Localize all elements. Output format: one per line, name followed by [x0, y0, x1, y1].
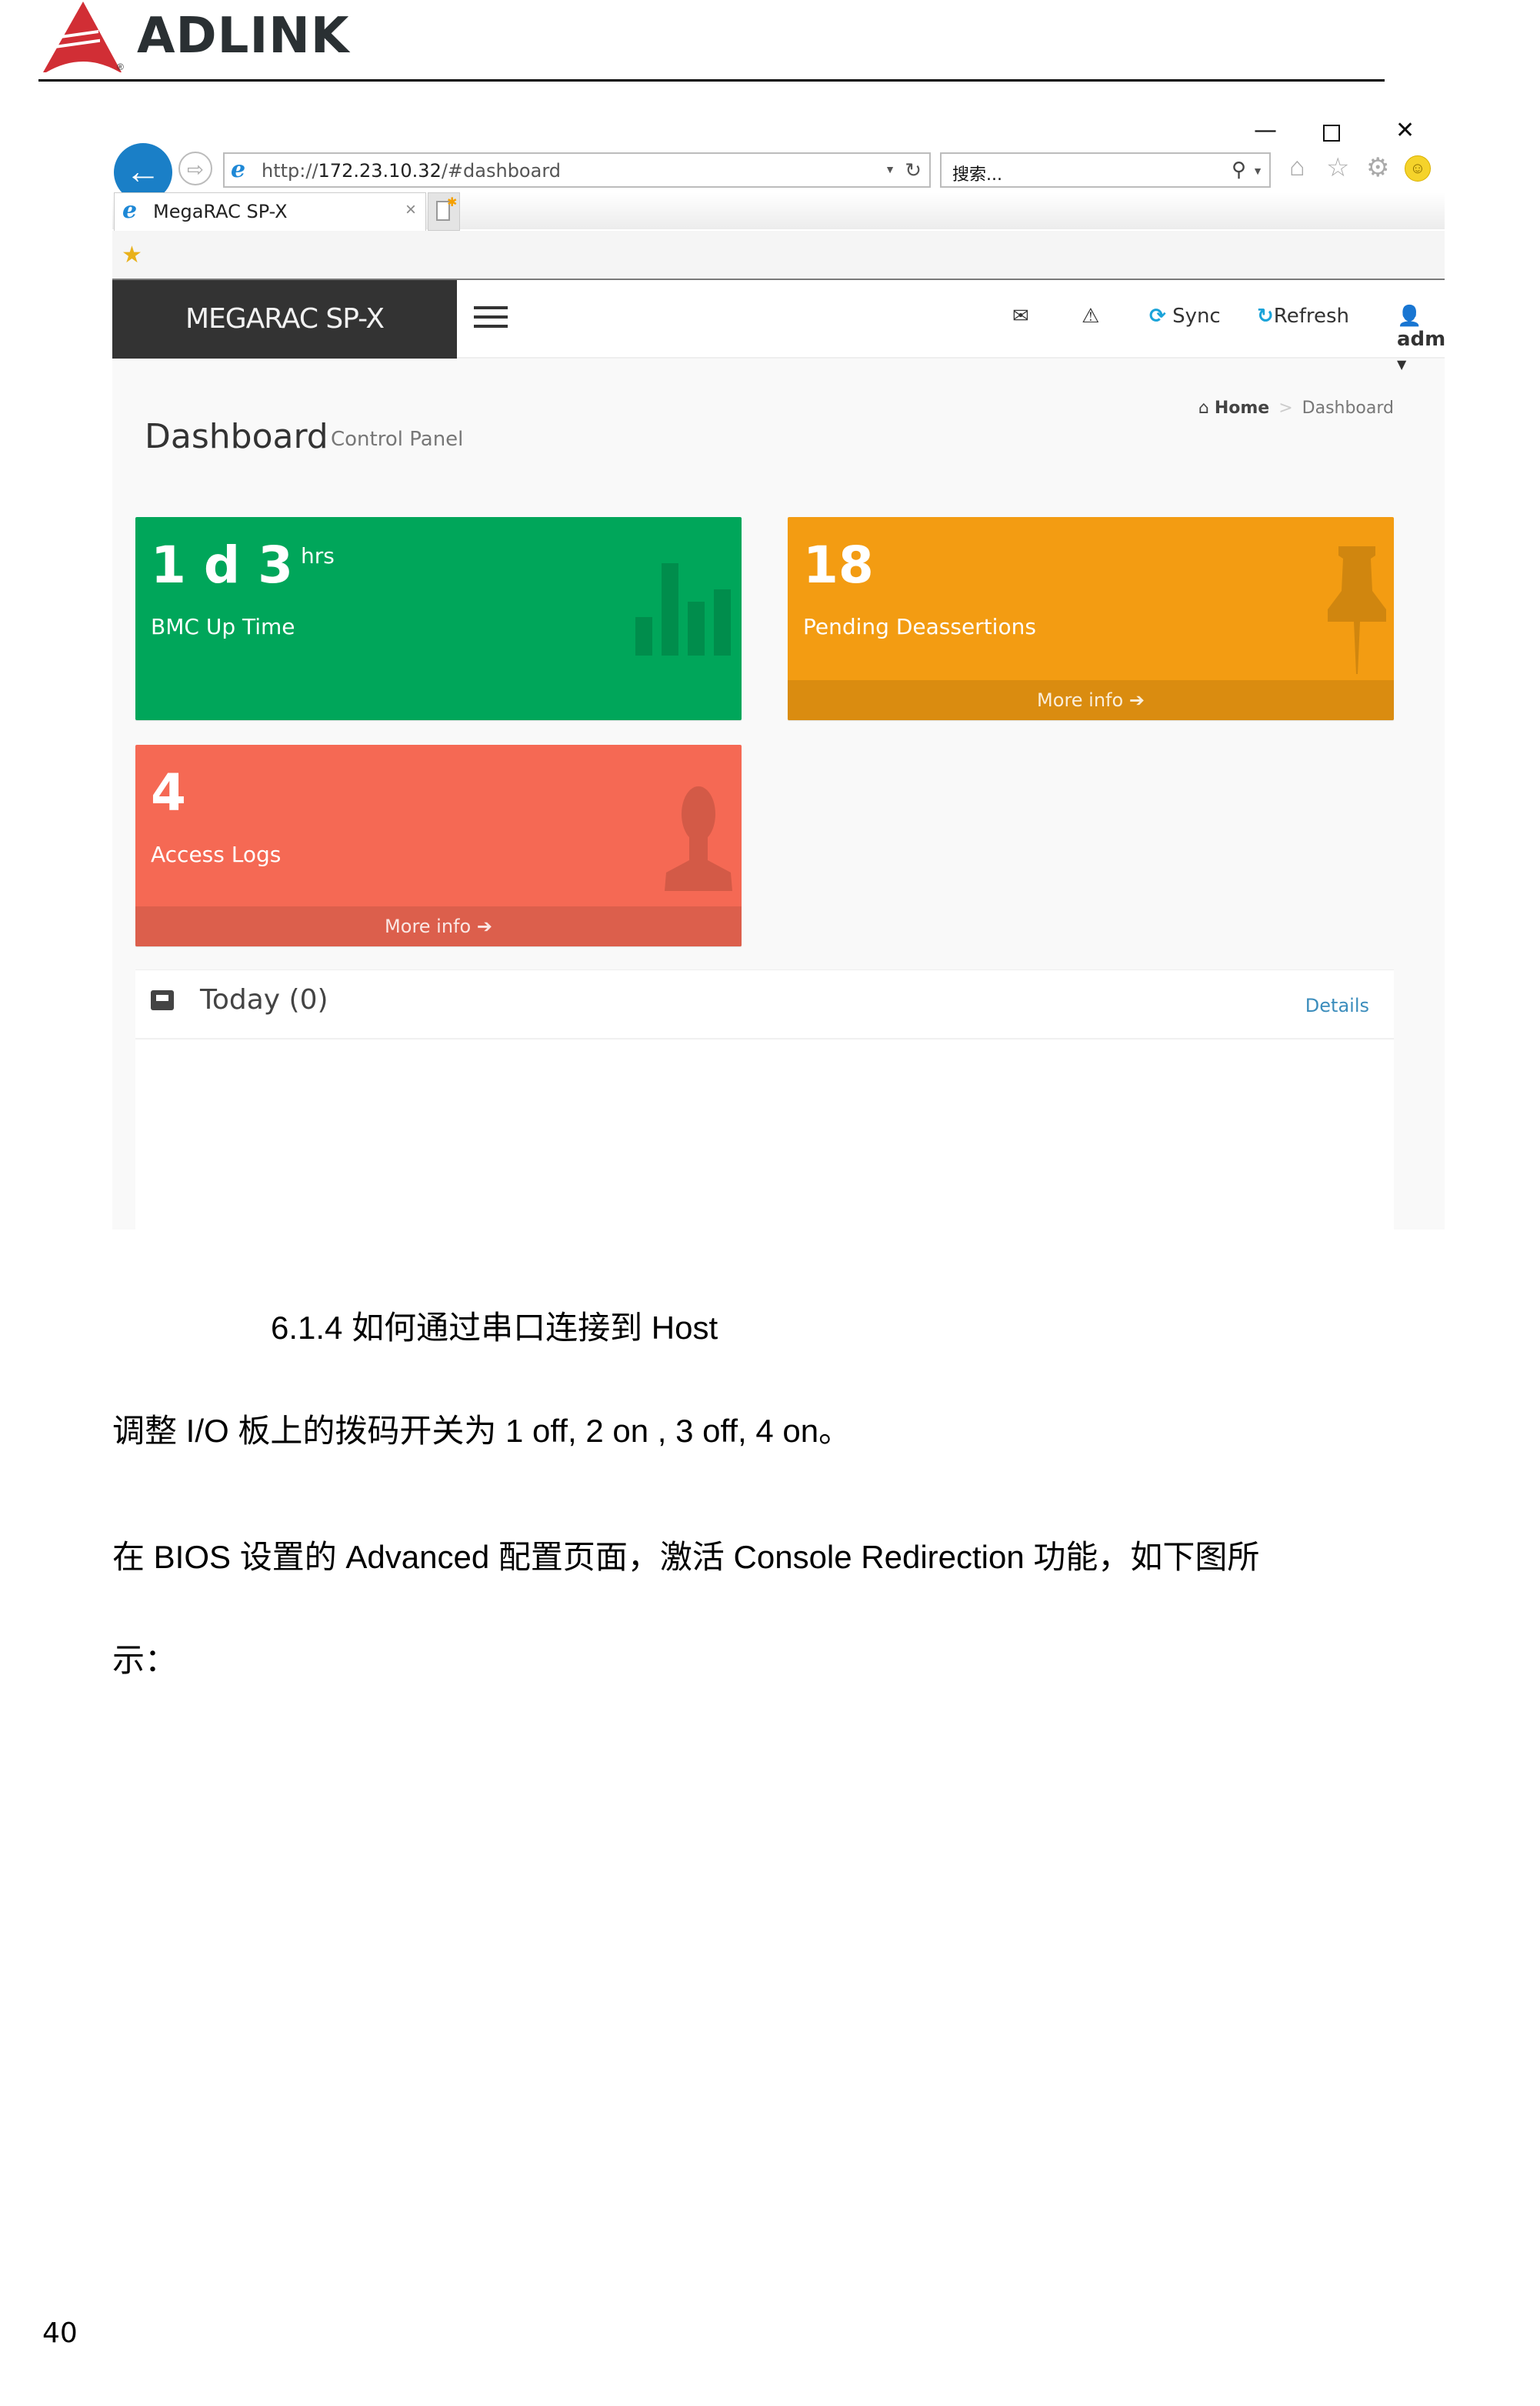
paragraph: 示：	[112, 1642, 178, 1678]
address-bar[interactable]: e http://172.23.10.32/#dashboard ▼ ↻	[223, 152, 931, 188]
gear-icon[interactable]: ⚙	[1366, 152, 1389, 183]
home-icon: ⌂	[1198, 399, 1209, 418]
arrow-left-icon: ←	[125, 151, 161, 191]
paragraph: 调整 I/O 板上的拨码开关为 1 off, 2 on , 3 off, 4 o…	[112, 1413, 852, 1449]
new-tab-button[interactable]: ✱	[428, 192, 460, 231]
info-box-uptime: 1 d 3 hrs BMC Up Time	[135, 517, 742, 720]
pending-label: Pending Deassertions	[803, 614, 1036, 639]
arrow-circle-right-icon: ➔	[476, 916, 492, 937]
top-navbar: ✉ ⚠ ⟳ Sync ↻Refresh 👤 admin ▼	[457, 280, 1445, 372]
registered-mark: ®	[117, 62, 124, 72]
more-info-link[interactable]: More info ➔	[788, 680, 1394, 720]
minimize-button[interactable]: —	[1254, 117, 1277, 144]
address-url[interactable]: http://172.23.10.32/#dashboard	[262, 160, 561, 182]
sparkle-icon: ✱	[447, 196, 458, 209]
uptime-unit: hrs	[301, 543, 335, 569]
pushpin-icon	[1328, 546, 1386, 674]
breadcrumb: ⌂ Home > Dashboard	[1198, 399, 1394, 418]
breadcrumb-current: Dashboard	[1302, 399, 1394, 418]
sync-icon: ⟳	[1149, 305, 1166, 328]
tab-megarac[interactable]: e MegaRAC SP-X ×	[114, 192, 426, 231]
brand-logo[interactable]: MEGARAC SP-X	[112, 280, 457, 359]
logo-text: ADLINK	[137, 8, 350, 65]
refresh-button[interactable]: ↻Refresh	[1257, 305, 1349, 328]
chevron-down-icon[interactable]: ▼	[885, 163, 895, 175]
details-link[interactable]: Details	[1305, 995, 1369, 1016]
menu-toggle-icon[interactable]	[474, 306, 508, 331]
arrow-right-icon: ⇨	[187, 158, 204, 181]
more-info-link[interactable]: More info ➔	[135, 906, 742, 946]
user-silhouette-icon	[665, 786, 732, 891]
ie-icon: e	[231, 156, 246, 183]
search-icon[interactable]: ⚲	[1232, 158, 1246, 182]
mail-icon[interactable]: ✉	[1012, 305, 1029, 328]
info-box-access-logs: 4 Access Logs More info ➔	[135, 745, 742, 946]
url-host: 172.23.10.32	[318, 160, 442, 182]
uptime-label: BMC Up Time	[151, 614, 295, 639]
info-box-pending-deassertions: 18 Pending Deassertions More info ➔	[788, 517, 1394, 720]
refresh-label: Refresh	[1273, 305, 1349, 328]
close-window-button[interactable]: ✕	[1395, 117, 1415, 144]
favorites-star-icon[interactable]: ☆	[1326, 152, 1349, 183]
caret-down-icon: ▼	[1397, 357, 1407, 372]
ie-icon: e	[122, 197, 138, 224]
today-panel: Today (0) Details	[135, 969, 1394, 1230]
warning-icon[interactable]: ⚠	[1082, 305, 1099, 328]
forward-button[interactable]: ⇨	[178, 152, 212, 185]
refresh-icon[interactable]: ↻	[905, 159, 922, 182]
inbox-icon	[151, 990, 174, 1010]
breadcrumb-home[interactable]: Home	[1215, 399, 1269, 418]
url-scheme: http://	[262, 160, 318, 182]
sync-button[interactable]: ⟳ Sync	[1149, 305, 1221, 328]
search-placeholder: 搜索...	[952, 165, 1002, 185]
user-menu[interactable]: 👤 admin ▼	[1397, 305, 1445, 374]
access-logs-value: 4	[151, 763, 186, 823]
access-logs-label: Access Logs	[151, 842, 282, 867]
feedback-smiley-icon[interactable]: ☺	[1405, 155, 1431, 182]
arrow-circle-right-icon: ➔	[1128, 689, 1145, 711]
breadcrumb-separator: >	[1278, 399, 1293, 418]
home-icon[interactable]: ⌂	[1289, 152, 1305, 182]
refresh-icon: ↻	[1257, 305, 1274, 328]
user-name: admin	[1397, 328, 1445, 351]
uptime-value: 1 d 3 hrs	[151, 536, 335, 595]
header-rule	[38, 79, 1385, 82]
url-path: /#dashboard	[441, 160, 561, 182]
page-subtitle: Control Panel	[331, 428, 464, 451]
maximize-button[interactable]	[1323, 125, 1340, 142]
page-title: Dashboard	[145, 417, 328, 456]
paragraph: 在 BIOS 设置的 Advanced 配置页面，激活 Console Redi…	[112, 1539, 1260, 1575]
close-tab-icon[interactable]: ×	[405, 199, 416, 221]
pending-value: 18	[803, 536, 874, 595]
add-favorite-icon[interactable]: ★	[122, 242, 142, 269]
page-number: 40	[42, 2318, 78, 2349]
search-input[interactable]: 搜索... ⚲ ▼	[940, 152, 1271, 188]
chevron-down-icon[interactable]: ▼	[1252, 165, 1263, 177]
favorites-bar: ★	[112, 231, 1445, 281]
sync-label: Sync	[1172, 305, 1221, 328]
user-icon: 👤	[1397, 305, 1422, 328]
today-panel-header: Today (0) Details	[135, 970, 1394, 1039]
today-title: Today (0)	[200, 984, 328, 1016]
bar-chart-icon	[635, 563, 731, 656]
section-heading: 6.1.4 如何通过串口连接到 Host	[271, 1310, 718, 1346]
megarac-dashboard: MEGARAC SP-X ✉ ⚠ ⟳ Sync ↻Refresh 👤 admin…	[112, 280, 1445, 1230]
tab-title: MegaRAC SP-X	[153, 201, 288, 222]
